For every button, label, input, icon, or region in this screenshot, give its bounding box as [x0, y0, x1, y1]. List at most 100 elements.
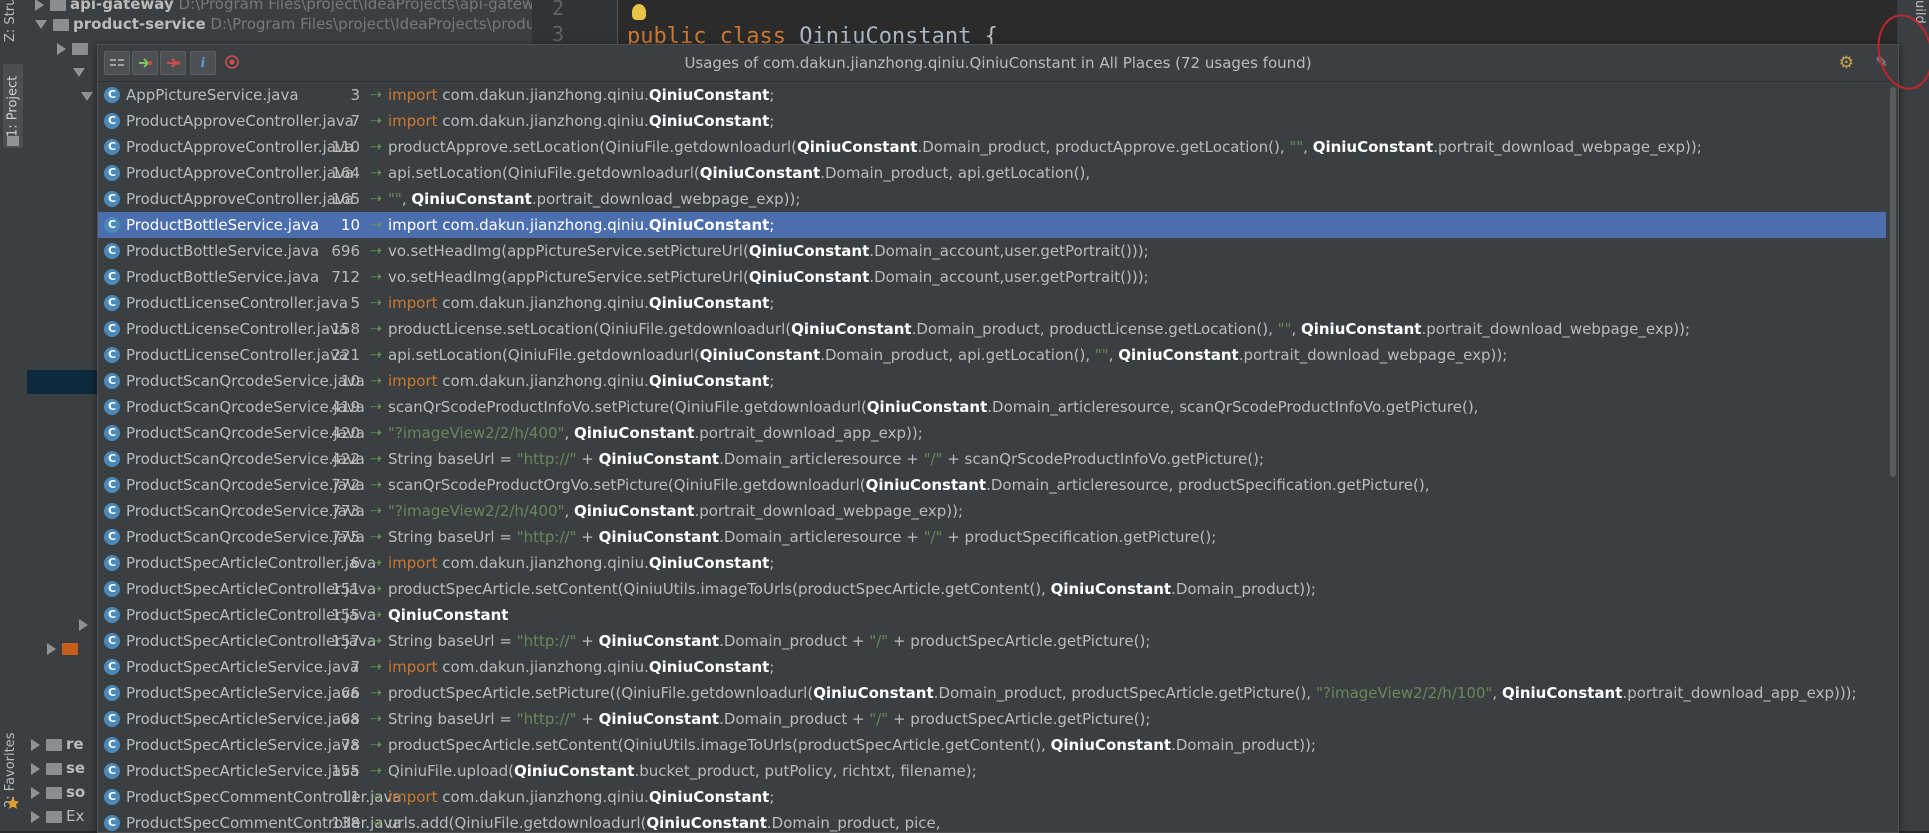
left-tool-strip: Z: Structure 1: Project 2: Favorites — [0, 0, 28, 831]
read-access-icon: ⇢ — [370, 373, 382, 389]
read-access-icon: ⇢ — [370, 451, 382, 467]
usage-row[interactable]: C ProductBottleService.java 712 ⇢ vo.setHead… — [98, 264, 1886, 290]
usage-code-snippet: import com.dakun.jianzhong.qiniu.QiniuCo… — [388, 788, 775, 806]
tree-row-collapsed[interactable] — [79, 612, 94, 636]
java-class-icon: C — [104, 503, 120, 519]
tree-row-ex[interactable]: Ex — [31, 804, 84, 828]
usage-row[interactable]: C ProductScanQrcodeService.java 772 ⇢ scanQr… — [98, 472, 1886, 498]
java-class-icon: C — [104, 399, 120, 415]
usage-line-number: 712 — [331, 268, 360, 286]
java-class-icon: C — [104, 633, 120, 649]
read-access-icon: ⇢ — [370, 607, 382, 623]
usage-row[interactable]: C ProductScanQrcodeService.java 419 ⇢ scanQr… — [98, 394, 1886, 420]
collapse-arrow-icon[interactable] — [73, 68, 85, 77]
read-access-button[interactable] — [132, 51, 158, 75]
usage-row[interactable]: C ProductLicenseController.java 158 ⇢ produc… — [98, 316, 1886, 342]
expand-arrow-icon[interactable] — [35, 0, 44, 11]
read-access-icon: ⇢ — [370, 87, 382, 103]
java-class-icon: C — [104, 347, 120, 363]
usage-code-snippet: import com.dakun.jianzhong.qiniu.QiniuCo… — [388, 554, 775, 572]
java-class-icon: C — [104, 555, 120, 571]
favorites-tool-tab[interactable]: 2: Favorites — [3, 718, 23, 808]
usage-row[interactable]: C ProductApproveController.java 110 ⇢ produc… — [98, 134, 1886, 160]
usage-code-snippet: String baseUrl = "http://" + QiniuConsta… — [388, 632, 1151, 650]
expand-arrow-icon[interactable] — [31, 810, 40, 823]
collapse-arrow-icon[interactable] — [81, 92, 93, 101]
usage-code-snippet: "?imageView2/2/h/400", QiniuConstant.por… — [388, 502, 964, 520]
write-access-button[interactable] — [160, 51, 186, 75]
usage-row[interactable]: C ProductSpecCommentController.java 11 ⇢ imp… — [98, 784, 1886, 810]
usage-line-number: 7 — [350, 658, 360, 676]
java-class-icon: C — [104, 321, 120, 337]
usage-code-snippet: api.setLocation(QiniuFile.getdownloadurl… — [388, 346, 1508, 364]
usage-row[interactable]: C ProductScanQrcodeService.java 422 ⇢ String… — [98, 446, 1886, 472]
usage-row[interactable]: C ProductApproveController.java 164 ⇢ api.se… — [98, 160, 1886, 186]
java-class-icon: C — [104, 477, 120, 493]
java-class-icon: C — [104, 737, 120, 753]
usage-code-snippet: String baseUrl = "http://" + QiniuConsta… — [388, 450, 1265, 468]
java-class-icon: C — [104, 217, 120, 233]
usage-row[interactable]: C ProductSpecArticleService.java 78 ⇢ produc… — [98, 732, 1886, 758]
lightbulb-icon[interactable] — [632, 4, 646, 20]
line-number: 3 — [552, 22, 565, 46]
java-class-icon: C — [104, 789, 120, 805]
usage-row[interactable]: C ProductSpecArticleService.java 68 ⇢ String… — [98, 706, 1886, 732]
java-class-icon: C — [104, 113, 120, 129]
expand-arrow-icon[interactable] — [31, 738, 40, 751]
java-class-icon: C — [104, 529, 120, 545]
tree-row-re[interactable]: re — [31, 732, 84, 756]
expand-arrow-icon[interactable] — [79, 618, 88, 631]
usage-row[interactable]: C ProductBottleService.java 696 ⇢ vo.setHead… — [98, 238, 1886, 264]
usage-row[interactable]: C ProductSpecArticleService.java 66 ⇢ produc… — [98, 680, 1886, 706]
read-access-icon: ⇢ — [370, 295, 382, 311]
usage-row[interactable]: C ProductLicenseController.java 221 ⇢ api.se… — [98, 342, 1886, 368]
expand-arrow-icon[interactable] — [57, 42, 66, 55]
expand-arrow-icon[interactable] — [47, 642, 56, 655]
settings-icon[interactable]: ⚙ — [1839, 53, 1854, 73]
usage-row[interactable]: C ProductBottleService.java 10 ⇢ import com.… — [98, 212, 1886, 238]
tree-row-expanded[interactable] — [73, 60, 91, 84]
usage-row[interactable]: C ProductSpecArticleController.java 151 ⇢ pr… — [98, 576, 1886, 602]
merge-lines-button[interactable] — [104, 51, 130, 75]
java-class-icon: C — [104, 165, 120, 181]
usage-line-number: 110 — [331, 138, 360, 156]
read-access-icon: ⇢ — [370, 269, 382, 285]
tree-row-product-service[interactable]: product-service D:\Program Files\project… — [35, 12, 535, 36]
usage-row[interactable]: C AppPictureService.java 3 ⇢ import com.daku… — [98, 82, 1886, 108]
usage-row[interactable]: C ProductSpecArticleService.java 155 ⇢ Qiniu… — [98, 758, 1886, 784]
usage-row[interactable]: C ProductApproveController.java 165 ⇢ "", Qi… — [98, 186, 1886, 212]
usage-row[interactable]: C ProductSpecArticleController.java 157 ⇢ St… — [98, 628, 1886, 654]
usage-row[interactable]: C ProductScanQrcodeService.java 420 ⇢ "?imag… — [98, 420, 1886, 446]
usage-line-number: 221 — [331, 346, 360, 364]
usage-row[interactable]: C ProductSpecArticleService.java 7 ⇢ import … — [98, 654, 1886, 680]
usage-row[interactable]: C ProductSpecArticleController.java 155 ⇢ Qi… — [98, 602, 1886, 628]
module-filter-button[interactable] — [220, 51, 244, 73]
expand-arrow-icon[interactable] — [31, 762, 40, 775]
show-info-button[interactable]: i — [190, 51, 216, 75]
read-access-icon: ⇢ — [370, 139, 382, 155]
java-class-icon: C — [104, 763, 120, 779]
java-class-icon: C — [104, 191, 120, 207]
tree-item-label: re — [66, 735, 84, 753]
usage-line-number: 11 — [340, 788, 360, 806]
usages-list[interactable]: C AppPictureService.java 3 ⇢ import com.daku… — [98, 82, 1886, 832]
collapse-arrow-icon[interactable] — [35, 20, 47, 29]
usage-row[interactable]: C ProductScanQrcodeService.java 773 ⇢ "?imag… — [98, 498, 1886, 524]
tree-row-so[interactable]: so — [31, 780, 85, 804]
usage-row[interactable]: C ProductSpecCommentController.java 138 ⇢ ur… — [98, 810, 1886, 832]
usage-row[interactable]: C ProductSpecArticleController.java 6 ⇢ impo… — [98, 550, 1886, 576]
tree-row-collapsed[interactable] — [57, 36, 92, 60]
scrollbar-thumb[interactable] — [1890, 87, 1896, 477]
usage-row[interactable]: C ProductScanQrcodeService.java 10 ⇢ import … — [98, 368, 1886, 394]
usage-row[interactable]: C ProductApproveController.java 7 ⇢ import c… — [98, 108, 1886, 134]
expand-arrow-icon[interactable] — [31, 786, 40, 799]
code-editor[interactable]: 2 3 public class QiniuConstant { — [532, 0, 1897, 49]
usage-code-snippet: productLicense.setLocation(QiniuFile.get… — [388, 320, 1691, 338]
structure-tool-tab[interactable]: Z: Structure — [3, 0, 23, 42]
usage-row[interactable]: C ProductScanQrcodeService.java 775 ⇢ String… — [98, 524, 1886, 550]
java-class-icon: C — [104, 581, 120, 597]
folder-icon — [46, 786, 62, 799]
tree-row-collapsed[interactable] — [47, 636, 82, 660]
tree-row-se[interactable]: se — [31, 756, 85, 780]
usage-row[interactable]: C ProductLicenseController.java 5 ⇢ import c… — [98, 290, 1886, 316]
